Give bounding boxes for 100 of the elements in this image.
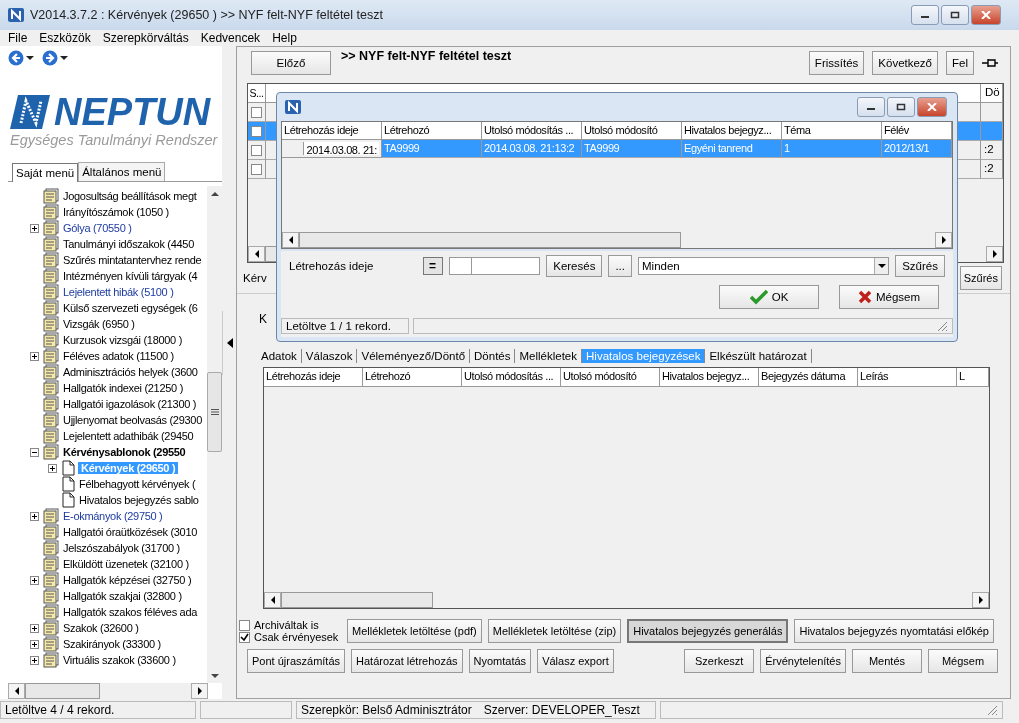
minimize-button[interactable] [857,97,885,117]
checkbox[interactable] [251,144,262,156]
tree-item[interactable]: Jogosultság beállítások megt [62,190,198,202]
scrollbar-thumb[interactable] [207,372,222,452]
tree-item[interactable]: Adminisztrációs helyek (3600 [62,366,199,378]
column-header[interactable]: Téma [782,122,882,140]
menu-tab[interactable]: Általános menü [78,162,166,181]
tree-item[interactable]: Virtuális szakok (33600 ) [62,654,177,666]
tree-item[interactable]: Lejelentett hibák (5100 ) [62,286,175,298]
tab[interactable]: Döntés [470,349,516,363]
scrollbar-thumb[interactable] [281,592,433,608]
column-header[interactable]: Hivatalos bejegyz... [660,368,759,387]
tab[interactable]: Véleményező/Döntő [357,349,471,363]
expand-button[interactable] [30,351,40,361]
scrollbar-thumb[interactable] [25,683,100,699]
menu-item[interactable]: Kedvencek [200,31,261,45]
tree-item[interactable]: Jelszószabályok (31700 ) [62,542,181,554]
column-header[interactable]: Leírás [858,368,957,387]
tree-item[interactable]: Kurzusok vizsgái (18000 ) [62,334,184,346]
column-header[interactable]: Létrehozás ideje [264,368,363,387]
action-button[interactable]: Válasz export [537,649,614,673]
toolbar-button[interactable]: Frissítés [808,51,865,75]
tree-item[interactable]: Lejelentett adathibák (29450 [62,430,195,442]
dropdown-button[interactable] [26,55,34,61]
filter-button[interactable]: Szűrés [895,255,945,277]
scroll-left-button[interactable] [8,683,25,699]
expand-button[interactable] [30,575,40,585]
menu-item[interactable]: Szerepkörváltás [102,31,189,45]
expand-button[interactable] [30,223,40,233]
table-row[interactable]: 2014.03.08. 21: TA9999 2014.03.08. 21:13:2 TA9999 Egyéni tanrend 1 2012/13/1 [282,140,952,158]
tree-item[interactable]: Félbehagyott kérvények ( [78,478,197,490]
tree-item[interactable]: Szűrés mintatantervhez rende [62,254,203,266]
tree-item[interactable]: Gólya (70550 ) [62,222,133,234]
column-header[interactable]: Létrehozó [382,122,482,140]
tree-item[interactable]: Tanulmányi időszakok (4450 [62,238,195,250]
tree-item[interactable]: Intézményen kívüli tárgyak (4 [62,270,199,282]
tree-item[interactable]: Féléves adatok (11500 ) [62,350,175,362]
action-button[interactable]: Érvénytelenítés [760,649,846,673]
toolbar-button[interactable]: Fel [946,51,974,75]
action-button[interactable]: Pont újraszámítás [247,649,346,673]
column-header[interactable]: Létrehozás ideje [282,122,382,140]
tree-item[interactable]: E-okmányok (29750 ) [62,510,164,522]
previous-button[interactable]: Előző [251,51,331,75]
action-button[interactable]: Mellékletek letöltése (zip) [487,619,622,643]
tree-item[interactable]: Hallgatók szakos féléves ada [62,606,199,618]
action-button[interactable]: Hivatalos bejegyzés generálás [627,619,789,643]
column-header[interactable]: Dö [981,84,1003,103]
tree-item[interactable]: Elküldött üzenetek (32100 ) [62,558,190,570]
tab[interactable]: Elkészült határozat [705,349,812,363]
scroll-right-button[interactable] [935,232,952,248]
column-header[interactable]: Hivatalos bejegyz... [682,122,782,140]
collapse-button[interactable] [30,447,40,457]
column-header[interactable]: Utolsó módosítás ... [462,368,561,387]
tree-item[interactable]: Szakok (32600 ) [62,622,140,634]
filter-button[interactable]: Szűrés [959,266,1002,290]
column-header[interactable]: Utolsó módosító [561,368,660,387]
tree-item[interactable]: Hallgatók indexei (21250 ) [62,382,184,394]
date-input-field[interactable] [448,257,541,275]
action-button[interactable]: Nyomtatás [468,649,532,673]
checkbox[interactable] [251,106,262,118]
checkbox[interactable] [251,163,262,175]
tree-item[interactable]: Szakirányok (33300 ) [62,638,162,650]
operator-button[interactable]: = [422,257,443,275]
tree-item[interactable]: Irányítószámok (1050 ) [62,206,170,218]
tree-item[interactable]: Külső szervezeti egységek (6 [62,302,199,314]
action-button[interactable]: Mégsem [928,649,998,673]
more-button[interactable]: ... [608,255,632,277]
dropdown[interactable]: Minden [638,257,890,275]
tab[interactable]: K [259,312,267,326]
column-header[interactable]: Létrehozó [363,368,462,387]
column-header[interactable]: Bejegyzés dátuma [759,368,858,387]
tree-item[interactable]: Hivatalos bejegyzés sablo [78,494,200,506]
expand-button[interactable] [30,655,40,665]
column-header[interactable]: Félév [882,122,952,140]
maximize-button[interactable] [887,97,915,117]
action-button[interactable]: Határozat létrehozás [351,649,463,673]
expand-button[interactable] [30,623,40,633]
ok-button[interactable]: OK [719,285,819,309]
tree-item[interactable]: Hallgatók szakjai (32800 ) [62,590,183,602]
menu-item[interactable]: Eszközök [39,31,91,45]
column-header[interactable]: Utolsó módosítás ... [482,122,582,140]
column-header[interactable]: L [957,368,989,387]
action-button[interactable]: Mentés [852,649,922,673]
tab[interactable]: Adatok [257,349,302,363]
tab[interactable]: Válaszok [301,349,358,363]
expand-button[interactable] [48,463,58,473]
checkbox[interactable] [251,125,262,137]
minimize-button[interactable] [911,5,939,25]
tree-item[interactable]: Kérvénysablonok (29550 [62,446,187,458]
menu-tab[interactable]: Saját menü [12,163,79,182]
action-button[interactable]: Hivatalos bejegyzés nyomtatási előkép [794,619,994,643]
column-header[interactable]: S... [248,84,266,103]
menu-item[interactable]: Help [272,31,297,45]
expand-button[interactable] [30,511,40,521]
scroll-right-button[interactable] [972,592,989,608]
tree-item[interactable]: Hallgatók képzései (32750 ) [62,574,193,586]
tree-item[interactable]: Ujjlenyomat beolvasás (29300 [62,414,203,426]
scrollbar-thumb[interactable] [299,232,681,248]
search-button[interactable]: Keresés [546,255,603,277]
dropdown-button[interactable] [60,55,68,61]
